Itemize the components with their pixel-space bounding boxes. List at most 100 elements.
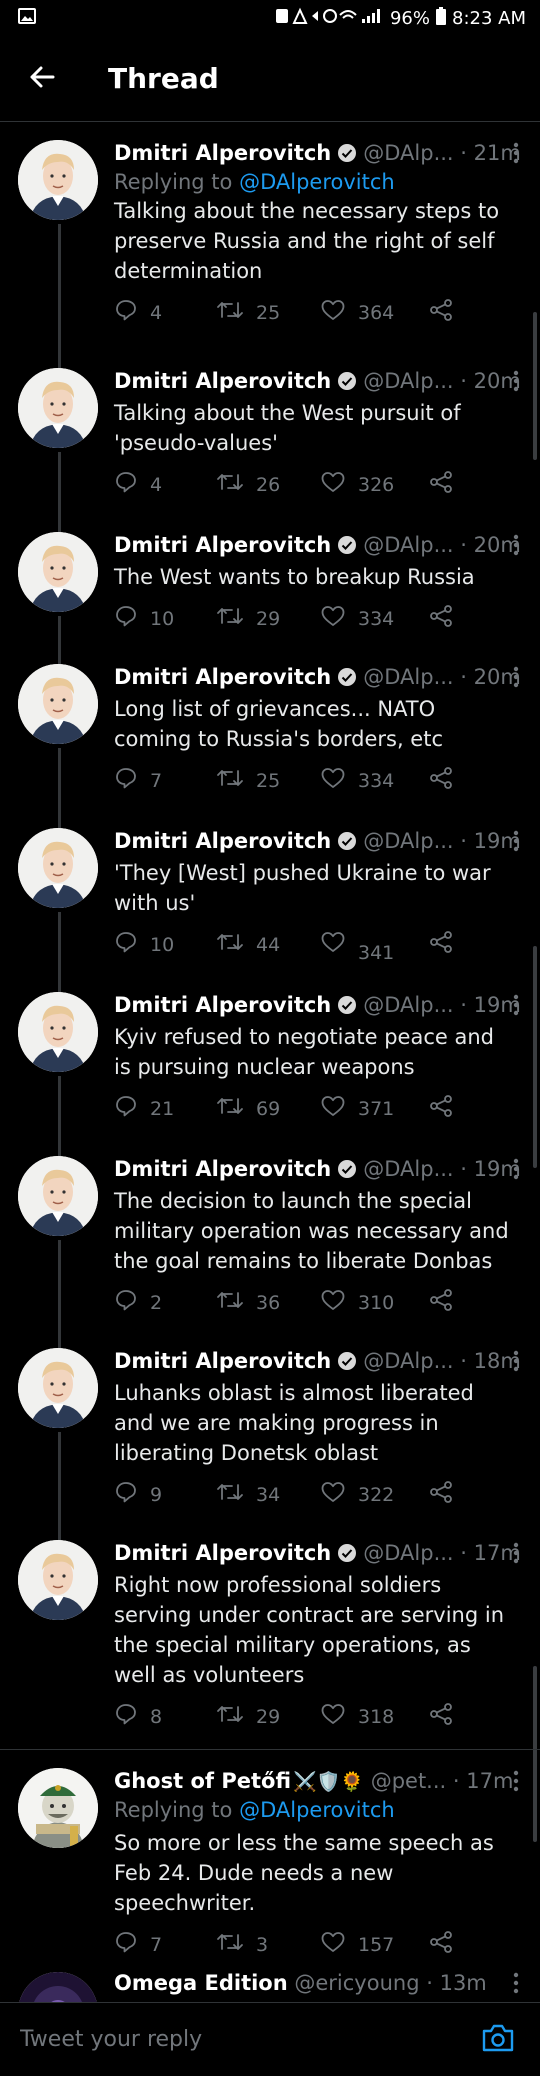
share-icon (428, 604, 454, 633)
avatar[interactable] (18, 368, 98, 448)
reply-input[interactable] (18, 2026, 476, 2053)
author-name[interactable]: Omega Edition (114, 1971, 288, 1995)
reply-button[interactable]: 21 (114, 1094, 216, 1123)
retweet-count: 29 (256, 607, 281, 630)
avatar[interactable] (18, 1156, 98, 1236)
reply-button[interactable]: 7 (114, 766, 216, 795)
retweet-button[interactable]: 3 (216, 1930, 320, 1959)
more-options-button[interactable] (506, 532, 526, 558)
retweet-button[interactable]: 29 (216, 604, 320, 633)
reply-button[interactable]: 10 (114, 930, 216, 959)
share-button[interactable] (428, 1094, 454, 1123)
more-options-button[interactable] (506, 368, 526, 394)
more-options-button[interactable] (506, 1768, 526, 1794)
reply-button[interactable]: 4 (114, 298, 216, 327)
more-options-button[interactable] (506, 1156, 526, 1182)
camera-button[interactable] (476, 2018, 520, 2062)
share-button[interactable] (428, 1702, 454, 1731)
reply-button[interactable]: 9 (114, 1480, 216, 1509)
tweet[interactable]: Dmitri Alperovitch @DAlp... · 20m The We… (0, 516, 540, 648)
like-button[interactable]: 371 (320, 1094, 428, 1123)
avatar[interactable] (18, 140, 98, 220)
reply-button[interactable]: 4 (114, 470, 216, 499)
tweet[interactable]: Dmitri Alperovitch @DAlp... · 19m The de… (0, 1140, 540, 1332)
tweet[interactable]: Dmitri Alperovitch @DAlp... · 21m Replyi… (0, 124, 540, 352)
avatar[interactable] (18, 828, 98, 908)
reply-button[interactable]: 7 (114, 1930, 216, 1959)
mention-link[interactable]: @DAlperovitch (239, 1798, 395, 1822)
reply-icon (114, 1094, 138, 1123)
tweet[interactable]: Ghost of Petőfi ⚔️🛡️🌻 @pet... · 17m Reply… (0, 1750, 540, 1960)
like-button[interactable]: 334 (320, 766, 428, 795)
share-icon (428, 1094, 454, 1123)
retweet-icon (216, 1930, 244, 1959)
more-vertical-icon (506, 370, 526, 398)
author-name[interactable]: Dmitri Alperovitch (114, 1349, 331, 1373)
share-button[interactable] (428, 1480, 454, 1509)
share-button[interactable] (428, 298, 454, 327)
retweet-button[interactable]: 36 (216, 1288, 320, 1317)
tweet[interactable]: Dmitri Alperovitch @DAlp... · 19m 'They … (0, 812, 540, 976)
retweet-button[interactable]: 69 (216, 1094, 320, 1123)
avatar[interactable] (18, 1768, 98, 1848)
share-button[interactable] (428, 930, 454, 959)
retweet-button[interactable]: 34 (216, 1480, 320, 1509)
reply-count: 8 (150, 1705, 163, 1728)
share-button[interactable] (428, 1930, 454, 1959)
more-options-button[interactable] (506, 664, 526, 690)
author-name[interactable]: Dmitri Alperovitch (114, 993, 331, 1017)
like-button[interactable]: 157 (320, 1930, 428, 1959)
like-button[interactable]: 334 (320, 604, 428, 633)
like-button[interactable]: 310 (320, 1288, 428, 1317)
like-button[interactable]: 341 (320, 930, 428, 964)
tweet-text: Right now professional soldiers serving … (114, 1573, 504, 1687)
reply-button[interactable]: 2 (114, 1288, 216, 1317)
like-button[interactable]: 318 (320, 1702, 428, 1731)
author-handle: @DAlp... (363, 665, 454, 689)
author-handle: @DAlp... (363, 829, 454, 853)
reply-button[interactable]: 8 (114, 1702, 216, 1731)
share-button[interactable] (428, 470, 454, 499)
reply-button[interactable]: 10 (114, 604, 216, 633)
share-button[interactable] (428, 1288, 454, 1317)
avatar[interactable] (18, 1348, 98, 1428)
author-name[interactable]: Dmitri Alperovitch (114, 665, 331, 689)
more-options-button[interactable] (506, 140, 526, 166)
more-options-button[interactable] (506, 992, 526, 1018)
author-name[interactable]: Dmitri Alperovitch (114, 141, 331, 165)
author-name[interactable]: Ghost of Petőfi (114, 1769, 291, 1793)
author-name[interactable]: Dmitri Alperovitch (114, 533, 331, 557)
share-button[interactable] (428, 604, 454, 633)
tweet[interactable]: Dmitri Alperovitch @DAlp... · 20m Talkin… (0, 352, 540, 516)
retweet-button[interactable]: 25 (216, 298, 320, 327)
retweet-button[interactable]: 26 (216, 470, 320, 499)
retweet-button[interactable]: 25 (216, 766, 320, 795)
avatar[interactable] (18, 992, 98, 1072)
author-name[interactable]: Dmitri Alperovitch (114, 1541, 331, 1565)
avatar[interactable] (18, 664, 98, 744)
author-handle: @DAlp... (363, 369, 454, 393)
like-button[interactable]: 322 (320, 1480, 428, 1509)
mention-link[interactable]: @DAlperovitch (239, 170, 395, 194)
share-button[interactable] (428, 766, 454, 795)
back-button[interactable] (0, 36, 84, 122)
like-button[interactable]: 326 (320, 470, 428, 499)
tweet[interactable]: Dmitri Alperovitch @DAlp... · 19m Kyiv r… (0, 976, 540, 1140)
tweet[interactable]: Dmitri Alperovitch @DAlp... · 20m Long l… (0, 648, 540, 812)
more-options-button[interactable] (506, 1540, 526, 1566)
retweet-button[interactable]: 29 (216, 1702, 320, 1731)
avatar[interactable] (18, 532, 98, 612)
like-button[interactable]: 364 (320, 298, 428, 327)
more-options-button[interactable] (506, 828, 526, 854)
more-options-button[interactable] (506, 1348, 526, 1374)
verified-badge-icon (337, 371, 357, 391)
avatar[interactable] (18, 1540, 98, 1620)
tweet[interactable]: Dmitri Alperovitch @DAlp... · 17m Right … (0, 1524, 540, 1750)
author-name[interactable]: Dmitri Alperovitch (114, 829, 331, 853)
retweet-button[interactable]: 44 (216, 930, 320, 959)
tweet[interactable]: Dmitri Alperovitch @DAlp... · 18m Luhank… (0, 1332, 540, 1524)
more-options-button[interactable] (506, 1970, 526, 1996)
author-name[interactable]: Dmitri Alperovitch (114, 1157, 331, 1181)
like-count: 322 (358, 1483, 395, 1506)
author-name[interactable]: Dmitri Alperovitch (114, 369, 331, 393)
